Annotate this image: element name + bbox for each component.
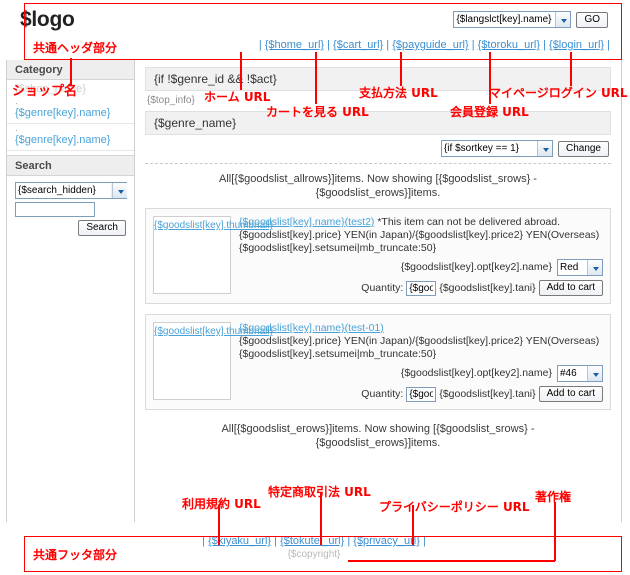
- sort-select-wrapper: {if $sortkey == 1}: [441, 140, 553, 157]
- product-option-select[interactable]: #46: [557, 365, 603, 382]
- annotation-cart-url: カートを見る URL: [266, 103, 369, 120]
- product-thumbnail[interactable]: {$goodslist[key].thumbnail}: [153, 322, 231, 400]
- search-input[interactable]: [15, 202, 95, 217]
- search-select-wrapper: {$search_hidden}: [15, 182, 128, 199]
- sidebar-search-box: {$search_hidden} Search: [7, 176, 134, 242]
- product-option-select-wrapper: Red: [557, 259, 603, 276]
- search-select[interactable]: {$search_hidden}: [15, 182, 127, 199]
- sidebar-genre-link[interactable]: {$genre[key].name}: [15, 134, 110, 146]
- add-to-cart-button[interactable]: Add to cart: [539, 386, 603, 402]
- content-area: Category {$shop_name} · {$genre[key].nam…: [6, 60, 622, 522]
- annotation-header-area: 共通ヘッダ部分: [33, 39, 117, 56]
- product-unit: {$goodslist[key].tani}: [439, 388, 535, 401]
- annotation-login-url: マイページログイン URL: [489, 84, 628, 101]
- sort-change-button[interactable]: Change: [558, 141, 609, 157]
- annotation-privacy-url: プライバシーポリシー URL: [379, 498, 530, 515]
- product-price-line: {$goodslist[key].price} YEN(in Japan)/{$…: [239, 335, 603, 348]
- bullet-icon: ·: [15, 99, 126, 107]
- product-unit: {$goodslist[key].tani}: [439, 282, 535, 295]
- product-quantity-row: Quantity: {$goodslist[key].tani} Add to …: [239, 386, 603, 402]
- annotation-leader-login: [570, 52, 572, 86]
- quantity-input[interactable]: [406, 387, 436, 402]
- sort-select[interactable]: {if $sortkey == 1}: [441, 140, 553, 157]
- annotation-toroku-url: 会員登録 URL: [450, 103, 529, 120]
- sidebar-genre-item[interactable]: · {$genre[key].name}: [7, 124, 134, 151]
- annotation-tokutei-url: 特定商取引法 URL: [268, 483, 371, 500]
- product-price-line: {$goodslist[key].price} YEN(in Japan)/{$…: [239, 229, 603, 242]
- product-option-select-wrapper: #46: [557, 365, 603, 382]
- annotation-kiyaku-url: 利用規約 URL: [182, 495, 261, 512]
- quantity-label: Quantity:: [361, 282, 403, 295]
- product-option-row: {$goodslist[key].opt[key2].name} #46: [239, 365, 603, 382]
- annotation-leader-copyright-v: [554, 502, 556, 561]
- sidebar-genre-link[interactable]: {$genre[key].name}: [15, 107, 110, 119]
- sidebar-genre-item[interactable]: · {$genre[key].name}: [7, 97, 134, 124]
- product-delivery-note: *This item can not be delivered abroad.: [377, 216, 560, 228]
- annotation-copyright: 著作権: [535, 488, 571, 505]
- annotation-leader-copyright-h: [348, 560, 555, 562]
- product-option-row: {$goodslist[key].opt[key2].name} Red: [239, 259, 603, 276]
- product-item: {$goodslist[key].thumbnail} {$goodslist[…: [145, 314, 611, 410]
- product-info: {$goodslist[key].name}(test2) *This item…: [239, 216, 603, 296]
- annotation-leader-home: [240, 52, 242, 90]
- product-thumbnail[interactable]: {$goodslist[key].thumbnail}: [153, 216, 231, 294]
- annotation-payguide-url: 支払方法 URL: [359, 84, 438, 101]
- result-count-text-bottom: All[{$goodslist_erows}]items. Now showin…: [145, 420, 611, 458]
- product-option-label: {$goodslist[key].opt[key2].name}: [401, 367, 552, 380]
- search-button[interactable]: Search: [78, 220, 126, 236]
- product-quantity-row: Quantity: {$goodslist[key].tani} Add to …: [239, 280, 603, 296]
- add-to-cart-button[interactable]: Add to cart: [539, 280, 603, 296]
- product-name-link[interactable]: {$goodslist[key].name}(test2): [239, 216, 374, 228]
- search-button-row: Search: [15, 220, 128, 236]
- sidebar-search-heading: Search: [7, 155, 134, 176]
- main-column: {if !$genre_id && !$act} {$top_info} {$g…: [135, 60, 621, 522]
- page-root: $logo {$langslct[key].name} GO | {$home_…: [0, 0, 630, 575]
- product-description: {$goodslist[key].setsumei|mb_truncate:50…: [239, 348, 603, 361]
- product-info: {$goodslist[key].name}(test-01) {$goodsl…: [239, 322, 603, 402]
- annotation-leader-payguide: [400, 52, 402, 86]
- divider: [145, 163, 611, 164]
- genre-name-bar: {$genre_name}: [145, 111, 611, 135]
- annotation-shop-name: ショップ名: [12, 80, 77, 99]
- product-option-label: {$goodslist[key].opt[key2].name}: [401, 261, 552, 274]
- sort-controls: {if $sortkey == 1} Change: [145, 135, 611, 163]
- annotation-leader-cart: [315, 52, 317, 104]
- quantity-label: Quantity:: [361, 388, 403, 401]
- annotation-home-url: ホーム URL: [204, 88, 270, 105]
- annotation-footer-area: 共通フッタ部分: [33, 546, 117, 563]
- result-count-text: All[{$goodslist_allrows}]items. Now show…: [145, 170, 611, 208]
- product-name-link[interactable]: {$goodslist[key].name}(test-01): [239, 322, 384, 334]
- product-option-select[interactable]: Red: [557, 259, 603, 276]
- product-item: {$goodslist[key].thumbnail} {$goodslist[…: [145, 208, 611, 304]
- sidebar: Category {$shop_name} · {$genre[key].nam…: [7, 60, 135, 522]
- quantity-input[interactable]: [406, 281, 436, 296]
- bullet-icon: ·: [15, 126, 126, 134]
- product-description: {$goodslist[key].setsumei|mb_truncate:50…: [239, 242, 603, 255]
